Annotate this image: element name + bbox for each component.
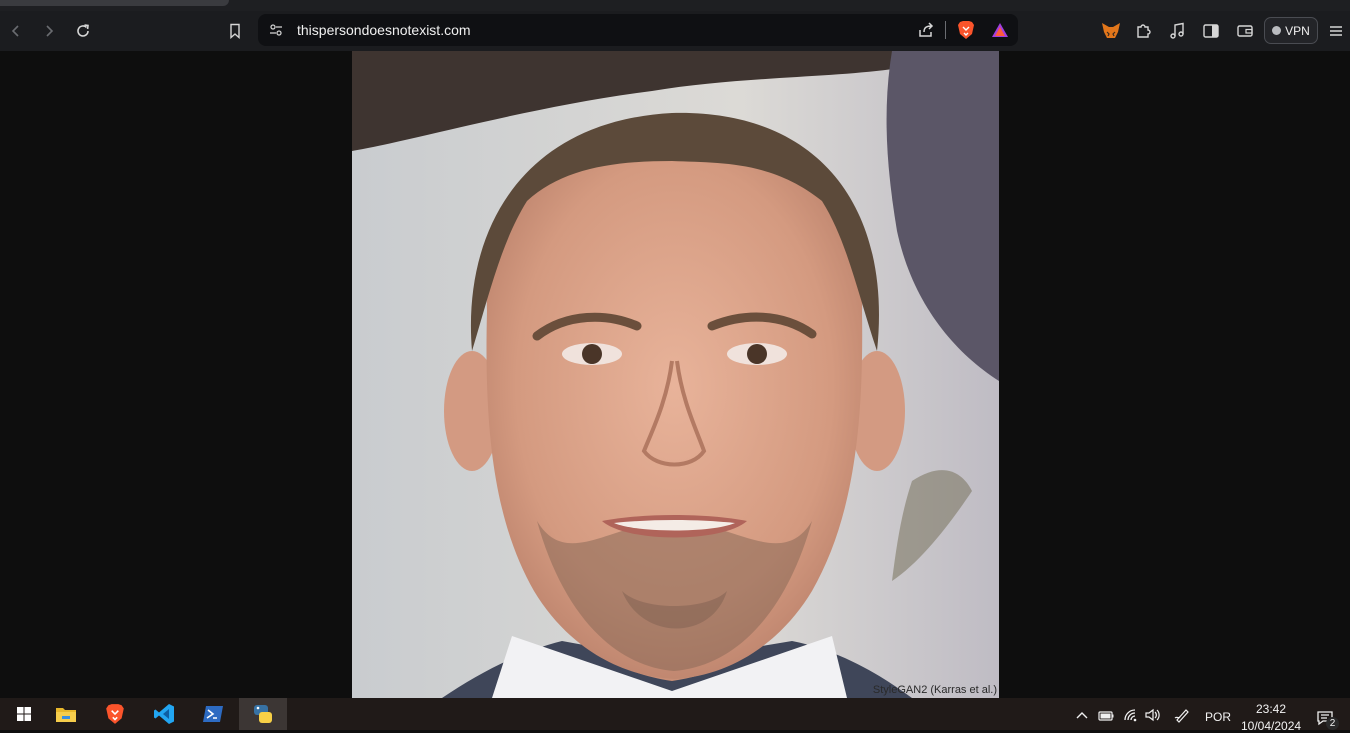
brave-lion-icon[interactable] xyxy=(954,18,978,42)
language-indicator[interactable]: POR xyxy=(1205,710,1231,724)
back-arrow-icon[interactable] xyxy=(4,19,28,43)
wifi-icon[interactable] xyxy=(1122,706,1140,724)
pen-icon[interactable] xyxy=(1173,706,1191,724)
bookmark-icon[interactable] xyxy=(223,19,247,43)
share-icon[interactable] xyxy=(914,18,938,42)
file-explorer-icon[interactable] xyxy=(42,698,90,730)
reload-icon[interactable] xyxy=(71,19,95,43)
notification-count-badge: 2 xyxy=(1326,717,1339,730)
tab-strip xyxy=(0,0,1350,11)
active-tab[interactable] xyxy=(0,0,229,6)
image-credit: StyleGAN2 (Karras et al.) xyxy=(872,684,997,696)
powershell-icon[interactable] xyxy=(189,698,237,730)
vpn-status-dot xyxy=(1272,26,1282,35)
vpn-button[interactable]: VPN xyxy=(1264,17,1318,44)
python-icon[interactable] xyxy=(239,698,287,730)
windows-start-icon[interactable] xyxy=(0,698,48,730)
sidebar-icon[interactable] xyxy=(1199,19,1223,43)
hamburger-icon[interactable] xyxy=(1324,19,1348,43)
forward-arrow-icon[interactable] xyxy=(37,19,61,43)
vscode-icon[interactable] xyxy=(140,698,188,730)
url-text[interactable]: thispersondoesnotexist.com xyxy=(297,22,471,38)
address-bar-divider xyxy=(945,21,946,39)
address-bar[interactable]: thispersondoesnotexist.com xyxy=(258,14,1018,46)
vpn-label: VPN xyxy=(1285,23,1310,38)
site-info-icon[interactable] xyxy=(264,18,288,42)
brave-browser-icon[interactable] xyxy=(91,698,139,730)
page-content: StyleGAN2 (Karras et al.) xyxy=(0,51,1350,698)
chevron-up-icon[interactable] xyxy=(1073,706,1091,724)
browser-toolbar: thispersondoesnotexist.com VPN xyxy=(0,11,1350,51)
clock-time[interactable]: 23:42 xyxy=(1256,702,1286,716)
speaker-icon[interactable] xyxy=(1144,706,1162,724)
puzzle-icon[interactable] xyxy=(1132,19,1156,43)
generated-face-image: StyleGAN2 (Karras et al.) xyxy=(352,51,999,698)
music-note-icon[interactable] xyxy=(1165,19,1189,43)
windows-taskbar: POR 23:42 10/04/2024 2 xyxy=(0,698,1350,733)
fox-icon[interactable] xyxy=(1099,19,1123,43)
wallet-icon[interactable] xyxy=(1233,19,1257,43)
rewards-triangle-icon[interactable] xyxy=(988,18,1012,42)
battery-icon[interactable] xyxy=(1097,706,1115,724)
clock-date[interactable]: 10/04/2024 xyxy=(1241,719,1301,733)
